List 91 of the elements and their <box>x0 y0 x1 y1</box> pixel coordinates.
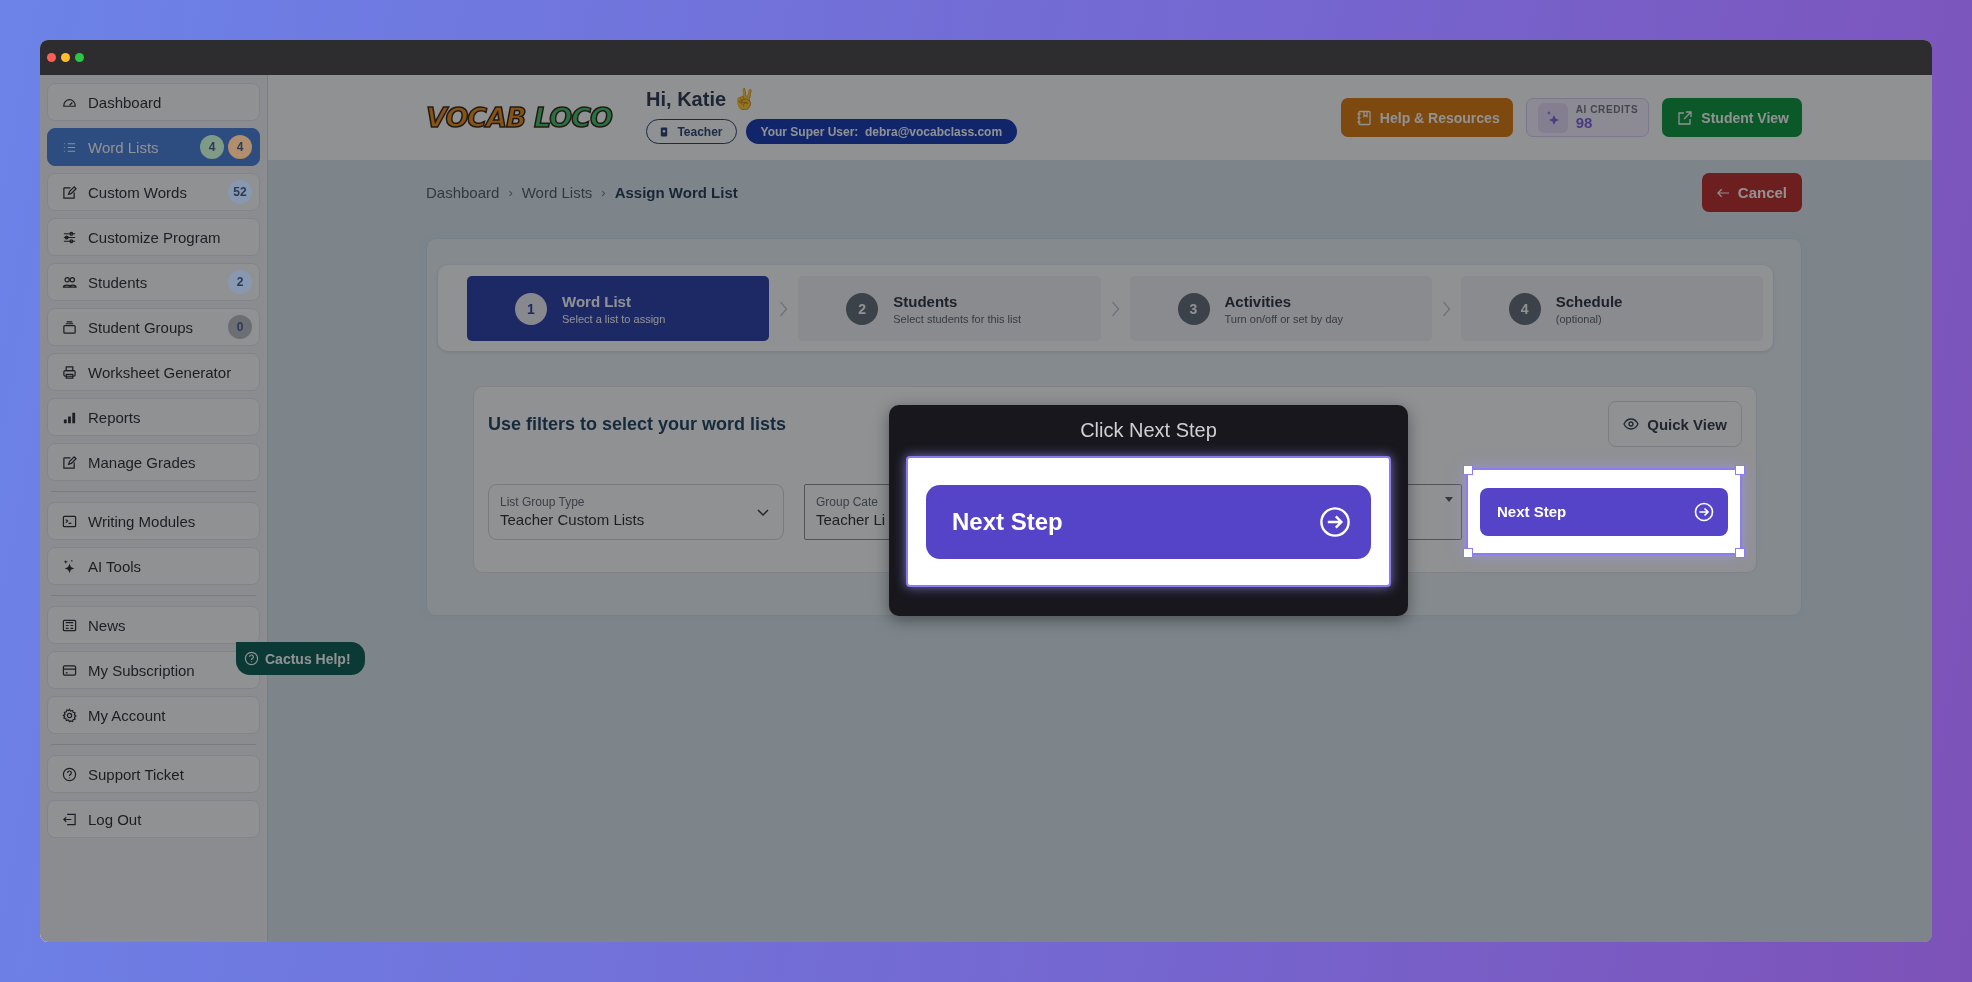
edit-icon <box>62 184 77 200</box>
step-tab[interactable]: 2 Students Select students for this list <box>798 276 1101 341</box>
eye-icon <box>1623 418 1640 430</box>
question-icon <box>244 651 259 666</box>
step-subtitle: (optional) <box>1555 312 1603 325</box>
question-icon <box>62 766 77 782</box>
step-number: 1 <box>515 292 547 325</box>
help-chip[interactable]: Cactus Help! <box>236 642 365 675</box>
sidebar-item[interactable]: Support Ticket <box>47 755 260 793</box>
people-icon <box>62 274 77 290</box>
sparkle-icon <box>1537 102 1568 133</box>
step-tab[interactable]: 3 Activities Turn on/off or set by day <box>1129 276 1432 341</box>
field-label: Group Cate <box>816 495 879 509</box>
selection-handle[interactable] <box>1463 465 1473 475</box>
sidebar-item[interactable]: Manage Grades <box>47 443 260 481</box>
stack-icon <box>62 319 77 335</box>
gear-icon <box>62 707 77 723</box>
select-field[interactable]: List Group Type Teacher Custom Lists <box>488 483 784 540</box>
sidebar-item[interactable]: Writing Modules <box>47 502 260 540</box>
step-subtitle: Turn on/off or set by day <box>1224 312 1344 325</box>
field-value: Teacher Li <box>816 511 886 528</box>
sidebar-item[interactable]: Students 2 <box>47 263 260 301</box>
maximize-dot-icon[interactable] <box>75 53 84 62</box>
step-tab[interactable]: 4 Schedule (optional) <box>1460 276 1763 341</box>
credits-value: 98 <box>1575 115 1594 130</box>
sidebar-item[interactable]: Student Groups 0 <box>47 308 260 346</box>
chevron-down-icon <box>757 508 769 517</box>
arrow-right-circle-icon <box>1694 501 1714 522</box>
step-tab[interactable]: 1 Word List Select a list to assign <box>467 276 770 341</box>
step-number: 2 <box>846 292 879 325</box>
sidebar-item[interactable]: Custom Words 52 <box>47 173 260 211</box>
count-badge: 0 <box>228 315 252 339</box>
step-title: Activities <box>1224 292 1293 310</box>
sidebar-item[interactable]: Dashboard <box>47 83 260 121</box>
sidebar-item[interactable]: Reports <box>47 398 260 436</box>
selection-handle[interactable] <box>1735 465 1745 475</box>
step-number: 3 <box>1177 292 1210 325</box>
arrow-right-circle-icon <box>1319 505 1351 538</box>
arrow-left-icon <box>1716 187 1730 198</box>
greeting: Hi, Katie ✌ <box>646 87 758 111</box>
count-badge: 4 <box>228 135 252 159</box>
student-view-button[interactable]: Student View <box>1662 98 1802 137</box>
sidebar-item[interactable]: My Account <box>47 696 260 734</box>
sidebar-item[interactable]: Log Out <box>47 800 260 838</box>
step-subtitle: Select a list to assign <box>562 312 666 325</box>
book-icon <box>660 126 669 137</box>
sidebar-item[interactable]: Customize Program <box>47 218 260 256</box>
breadcrumb-separator: › <box>508 185 513 200</box>
caret-down-icon <box>1445 496 1453 502</box>
field-label: List Group Type <box>500 495 585 509</box>
edit-icon <box>62 454 77 470</box>
credits-label: AI CREDITS <box>1575 105 1639 115</box>
breadcrumb-link[interactable]: Dashboard <box>426 184 500 201</box>
cancel-button[interactable]: Cancel <box>1701 173 1802 212</box>
field-value: Teacher Custom Lists <box>500 511 645 528</box>
step-title: Schedule <box>1555 292 1623 310</box>
notebook-icon <box>1355 109 1372 126</box>
printer-icon <box>62 364 77 380</box>
quick-view-button[interactable]: Quick View <box>1608 401 1742 447</box>
role-badge: Teacher <box>646 119 737 144</box>
count-badge: 2 <box>228 270 252 294</box>
close-dot-icon[interactable] <box>47 53 56 62</box>
selection-handle[interactable] <box>1463 548 1473 558</box>
news-icon <box>62 617 77 633</box>
card-icon <box>62 662 77 678</box>
sliders-icon <box>62 229 77 245</box>
breadcrumb-link[interactable]: Word Lists <box>521 184 593 201</box>
step-subtitle: Select students for this list <box>893 312 1022 325</box>
minimize-dot-icon[interactable] <box>61 53 70 62</box>
sidebar-item[interactable]: Word Lists 4 4 <box>47 128 260 166</box>
sparkle-icon <box>62 558 77 574</box>
terminal-icon <box>62 513 77 529</box>
logout-icon <box>62 811 77 827</box>
sidebar-item[interactable]: News <box>47 606 260 644</box>
next-step-button[interactable]: Next Step <box>1480 487 1728 536</box>
next-step-button[interactable]: Next Step <box>926 484 1371 559</box>
super-user-badge: Your Super User: debra@vocabclass.com <box>745 119 1018 144</box>
popup-title: Click Next Step <box>1080 419 1217 442</box>
sidebar-item[interactable]: Worksheet Generator <box>47 353 260 391</box>
filter-heading: Use filters to select your word lists <box>488 413 787 435</box>
breadcrumb-current: Assign Word List <box>614 184 738 201</box>
sidebar-item[interactable]: My Subscription <box>47 651 260 689</box>
sidebar-item[interactable]: AI Tools <box>47 547 260 585</box>
step-title: Students <box>893 292 959 310</box>
external-link-icon <box>1677 109 1694 126</box>
breadcrumb-separator: › <box>601 185 606 200</box>
step-title: Word List <box>562 292 632 310</box>
selection-handle[interactable] <box>1735 548 1745 558</box>
count-badge: 4 <box>200 135 224 159</box>
step-number: 4 <box>1508 292 1541 325</box>
count-badge: 52 <box>228 180 252 204</box>
